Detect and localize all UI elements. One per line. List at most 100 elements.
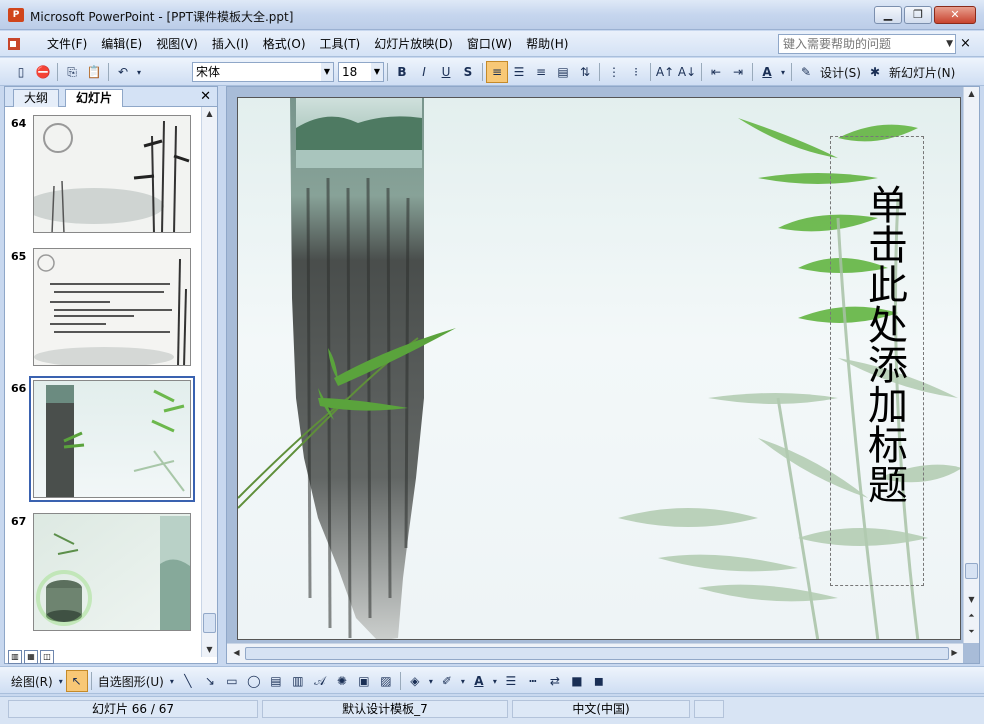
tab-outline[interactable]: 大纲 (13, 89, 60, 107)
design-button[interactable]: 设计(S) (817, 64, 864, 81)
dash-style-icon[interactable]: ┅ (522, 670, 544, 692)
slide-thumbnail-67[interactable] (33, 513, 191, 631)
document-close-button[interactable]: × (960, 36, 971, 52)
fill-color-icon[interactable]: ◈ (404, 670, 426, 692)
minimize-button[interactable]: ▁ (874, 6, 902, 24)
next-slide-icon[interactable]: ⏷ (964, 625, 979, 639)
shadow-button[interactable]: S (457, 61, 479, 83)
slide-number: 66 (11, 382, 27, 395)
align-right-icon[interactable]: ≡ (530, 61, 552, 83)
undo-dropdown-icon[interactable]: ▾ (134, 61, 144, 83)
oval-icon[interactable]: ◯ (243, 670, 265, 692)
chevron-down-icon[interactable]: ▼ (321, 63, 333, 81)
tab-slides[interactable]: 幻灯片 (65, 89, 124, 107)
scroll-down-icon[interactable]: ▼ (202, 643, 217, 657)
slide-thumbnail-65[interactable] (33, 248, 191, 366)
font-size-select[interactable]: 18 ▼ (338, 62, 384, 82)
permission-icon[interactable]: ⛔ (32, 61, 54, 83)
line-style-icon[interactable]: ☰ (500, 670, 522, 692)
bold-button[interactable]: B (391, 61, 413, 83)
normal-view-icon[interactable]: ▥ (8, 650, 22, 664)
slide-horizontal-scrollbar[interactable]: ◀ ▶ (227, 643, 963, 663)
undo-icon[interactable]: ↶ (112, 61, 134, 83)
rectangle-icon[interactable]: ▭ (221, 670, 243, 692)
increase-font-icon[interactable]: A↑ (654, 61, 676, 83)
font-size-value: 18 (342, 65, 358, 79)
scrollbar-thumb[interactable] (965, 563, 978, 579)
font-color-dropdown-icon[interactable]: ▾ (778, 61, 788, 83)
chevron-down-icon[interactable]: ▾ (458, 670, 468, 692)
chevron-down-icon[interactable]: ▾ (426, 670, 436, 692)
menu-format[interactable]: 格式(O) (256, 36, 313, 52)
chevron-down-icon[interactable]: ▾ (167, 670, 177, 692)
restore-button[interactable]: ❐ (904, 6, 932, 24)
slideshow-icon[interactable]: ◫ (40, 650, 54, 664)
underline-button[interactable]: U (435, 61, 457, 83)
scroll-right-icon[interactable]: ▶ (947, 646, 962, 660)
line-color-icon[interactable]: ✐ (436, 670, 458, 692)
align-left-icon[interactable]: ≡ (486, 61, 508, 83)
menu-window[interactable]: 窗口(W) (460, 36, 519, 52)
arrow-style-icon[interactable]: ⇄ (544, 670, 566, 692)
slide-vertical-scrollbar[interactable]: ▲ ▼ ⏶ ⏷ (963, 87, 979, 643)
textbox-icon[interactable]: ▤ (265, 670, 287, 692)
menu-edit[interactable]: 编辑(E) (94, 36, 149, 52)
slide-title-placeholder[interactable]: 单击此处添加标题 (842, 184, 912, 504)
menu-view[interactable]: 视图(V) (149, 36, 205, 52)
menu-tools[interactable]: 工具(T) (313, 36, 368, 52)
slide-thumbnail-64[interactable] (33, 115, 191, 233)
select-objects-icon[interactable]: ↖ (65, 670, 88, 692)
diagram-icon[interactable]: ✺ (331, 670, 353, 692)
arrow-icon[interactable]: ↘ (199, 670, 221, 692)
clipart-icon[interactable]: ▣ (353, 670, 375, 692)
autoshapes-button[interactable]: 自选图形(U) (95, 673, 167, 690)
justify-icon[interactable]: ▤ (552, 61, 574, 83)
line-icon[interactable]: ╲ (177, 670, 199, 692)
menu-app-icon[interactable] (6, 36, 22, 52)
picture-icon[interactable]: ▨ (375, 670, 397, 692)
vertical-textbox-icon[interactable]: ▥ (287, 670, 309, 692)
menu-slideshow[interactable]: 幻灯片放映(D) (367, 36, 460, 52)
chevron-down-icon[interactable]: ▾ (490, 670, 500, 692)
toolbar-separator (108, 63, 109, 81)
new-slide-button[interactable]: 新幻灯片(N) (886, 64, 958, 81)
increase-indent-icon[interactable]: ⇥ (727, 61, 749, 83)
close-button[interactable]: ✕ (934, 6, 976, 24)
slide-sorter-icon[interactable]: ▦ (24, 650, 38, 664)
menu-file[interactable]: 文件(F) (40, 36, 94, 52)
3d-style-icon[interactable]: ◼ (588, 670, 610, 692)
scroll-up-icon[interactable]: ▲ (964, 87, 979, 101)
menu-help[interactable]: 帮助(H) (519, 36, 575, 52)
scroll-down-icon[interactable]: ▼ (964, 593, 979, 607)
decrease-indent-icon[interactable]: ⇤ (705, 61, 727, 83)
align-center-icon[interactable]: ☰ (508, 61, 530, 83)
help-search-input[interactable]: 键入需要帮助的问题 ▼ (778, 34, 956, 54)
close-icon[interactable]: ✕ (200, 89, 211, 104)
new-document-icon[interactable]: ▯ (10, 61, 32, 83)
draw-menu-button[interactable]: 绘图(R) (8, 673, 56, 690)
font-color-icon[interactable]: A (756, 61, 778, 83)
wordart-icon[interactable]: 𝒜 (309, 670, 331, 692)
chevron-down-icon[interactable]: ▾ (56, 670, 66, 692)
menu-insert[interactable]: 插入(I) (205, 36, 256, 52)
slide-thumbnail-66[interactable] (29, 376, 195, 502)
scroll-up-icon[interactable]: ▲ (202, 107, 217, 121)
chevron-down-icon[interactable]: ▼ (946, 35, 953, 53)
shadow-style-icon[interactable]: ■ (566, 670, 588, 692)
decrease-font-icon[interactable]: A↓ (676, 61, 698, 83)
bullets-icon[interactable]: ⁝ (625, 61, 647, 83)
scrollbar-thumb[interactable] (203, 613, 216, 633)
text-direction-icon[interactable]: ⇅ (574, 61, 596, 83)
copy-icon[interactable]: ⎘ (61, 61, 83, 83)
scroll-left-icon[interactable]: ◀ (229, 646, 244, 660)
numbering-icon[interactable]: ⋮ (603, 61, 625, 83)
current-slide[interactable]: 单击此处添加标题 (237, 97, 961, 640)
chevron-down-icon[interactable]: ▼ (371, 63, 383, 81)
font-color-icon[interactable]: A (468, 670, 490, 692)
font-name-select[interactable]: 宋体 ▼ (192, 62, 334, 82)
paste-icon[interactable]: 📋 (83, 61, 105, 83)
scrollbar-thumb[interactable] (245, 647, 949, 660)
previous-slide-icon[interactable]: ⏶ (964, 609, 979, 623)
thumbnail-scrollbar[interactable]: ▲ ▼ (201, 107, 217, 657)
italic-button[interactable]: I (413, 61, 435, 83)
